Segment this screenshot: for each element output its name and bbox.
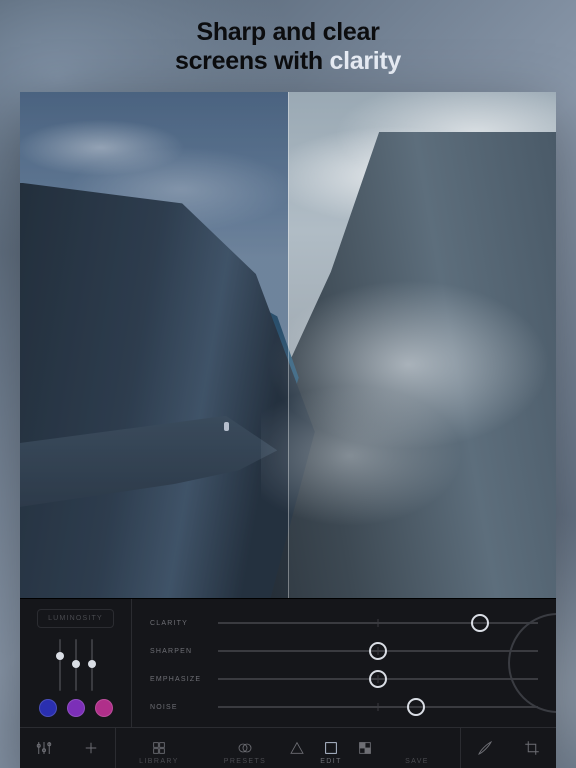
toolbar-library[interactable]: LIBRARY: [116, 728, 202, 768]
emphasize-slider[interactable]: [218, 669, 538, 689]
color-dot-blue[interactable]: [39, 699, 57, 717]
triangle-icon[interactable]: [289, 740, 305, 756]
headline-line1: Sharp and clear: [175, 18, 401, 47]
adjustments-icon[interactable]: [20, 728, 68, 768]
slider-row-emphasize: EMPHASIZE: [150, 665, 538, 693]
promo-headline: Sharp and clear screens with clarity: [175, 18, 401, 76]
slider-row-clarity: CLARITY: [150, 609, 538, 637]
slider-label: SHARPEN: [150, 648, 204, 655]
toolbar-save[interactable]: SAVE: [374, 728, 460, 768]
color-dot-magenta[interactable]: [95, 699, 113, 717]
crop-icon[interactable]: [509, 728, 557, 768]
brush-icon[interactable]: [461, 728, 509, 768]
checker-icon[interactable]: [357, 740, 373, 756]
color-swatches: [20, 699, 131, 727]
slider-label: CLARITY: [150, 620, 204, 627]
tone-column: LUMINOSITY: [20, 599, 132, 727]
library-icon: [151, 740, 167, 756]
add-icon[interactable]: [68, 728, 116, 768]
mini-slider-2[interactable]: [75, 639, 77, 691]
luminosity-mode-button[interactable]: LUMINOSITY: [37, 609, 114, 628]
slider-column: CLARITY SHARPEN EMPHASIZE: [132, 599, 556, 727]
headline-highlight: clarity: [329, 47, 401, 75]
color-dot-purple[interactable]: [67, 699, 85, 717]
toolbar-edit[interactable]: EDIT: [288, 728, 374, 768]
tone-mini-sliders: [20, 628, 131, 699]
bottom-toolbar: LIBRARY PRESETS EDIT: [20, 727, 556, 768]
mini-slider-3[interactable]: [91, 639, 93, 691]
noise-slider[interactable]: [218, 697, 538, 717]
edited-photo: [20, 92, 556, 599]
controls-panel: LUMINOSITY CLARITY: [20, 598, 556, 768]
clarity-slider[interactable]: [218, 613, 538, 633]
mini-slider-1[interactable]: [59, 639, 61, 691]
slider-label: NOISE: [150, 704, 204, 711]
slider-row-noise: NOISE: [150, 693, 538, 721]
presets-icon: [237, 740, 253, 756]
toolbar-presets[interactable]: PRESETS: [202, 728, 288, 768]
headline-line2: screens with clarity: [175, 47, 401, 76]
photo-canvas[interactable]: [20, 92, 556, 599]
slider-row-sharpen: SHARPEN: [150, 637, 538, 665]
before-after-divider[interactable]: [288, 92, 289, 599]
sharpen-slider[interactable]: [218, 641, 538, 661]
app-frame: LUMINOSITY CLARITY: [20, 92, 556, 768]
slider-label: EMPHASIZE: [150, 676, 204, 683]
square-icon[interactable]: [323, 740, 339, 756]
